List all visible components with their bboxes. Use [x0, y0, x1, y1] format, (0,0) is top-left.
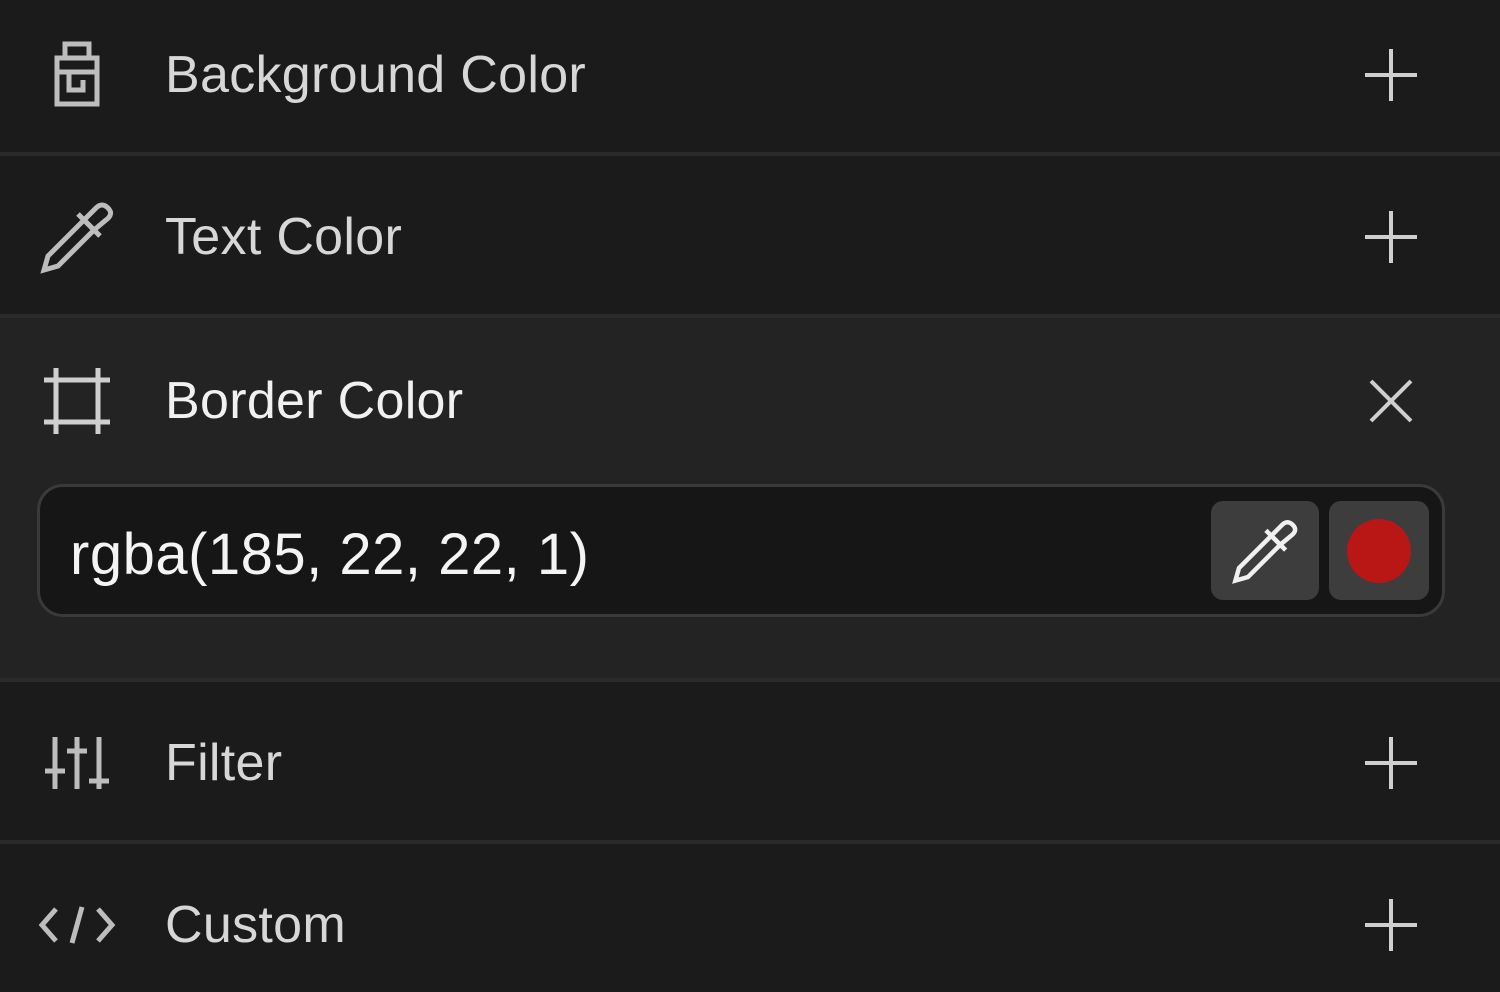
border-color-label: Border Color: [165, 372, 464, 430]
plus-icon: [1365, 211, 1417, 263]
border-frame-icon: [38, 362, 116, 440]
plus-icon: [1365, 899, 1417, 951]
paint-bucket-icon: [38, 36, 116, 114]
filter-label: Filter: [165, 734, 283, 792]
eyedropper-icon: [1232, 519, 1298, 584]
border-color-row[interactable]: Border Color: [0, 326, 1500, 476]
background-color-row[interactable]: Background Color: [0, 0, 1500, 150]
color-swatch: [1347, 518, 1411, 583]
divider: [0, 678, 1500, 682]
color-swatch-button[interactable]: [1329, 501, 1429, 600]
add-text-color-button[interactable]: [1358, 204, 1424, 270]
custom-label: Custom: [165, 896, 346, 954]
close-icon: [1369, 379, 1413, 423]
divider: [0, 152, 1500, 156]
style-properties-panel: Background Color Text Color Border Color…: [0, 0, 1500, 992]
code-icon: [38, 886, 116, 964]
add-background-color-button[interactable]: [1358, 42, 1424, 108]
border-color-value-input[interactable]: [70, 521, 1170, 588]
custom-row[interactable]: Custom: [0, 850, 1500, 992]
text-color-row[interactable]: Text Color: [0, 162, 1500, 312]
background-color-label: Background Color: [165, 46, 587, 104]
border-color-input-group: [37, 484, 1445, 617]
filter-row[interactable]: Filter: [0, 688, 1500, 838]
eyedropper-icon: [38, 198, 116, 276]
remove-border-color-button[interactable]: [1358, 368, 1424, 434]
divider: [0, 840, 1500, 844]
text-color-label: Text Color: [165, 208, 403, 266]
add-custom-button[interactable]: [1358, 892, 1424, 958]
plus-icon: [1365, 737, 1417, 789]
sliders-icon: [38, 724, 116, 802]
eyedropper-button[interactable]: [1211, 501, 1319, 600]
plus-icon: [1365, 49, 1417, 101]
add-filter-button[interactable]: [1358, 730, 1424, 796]
